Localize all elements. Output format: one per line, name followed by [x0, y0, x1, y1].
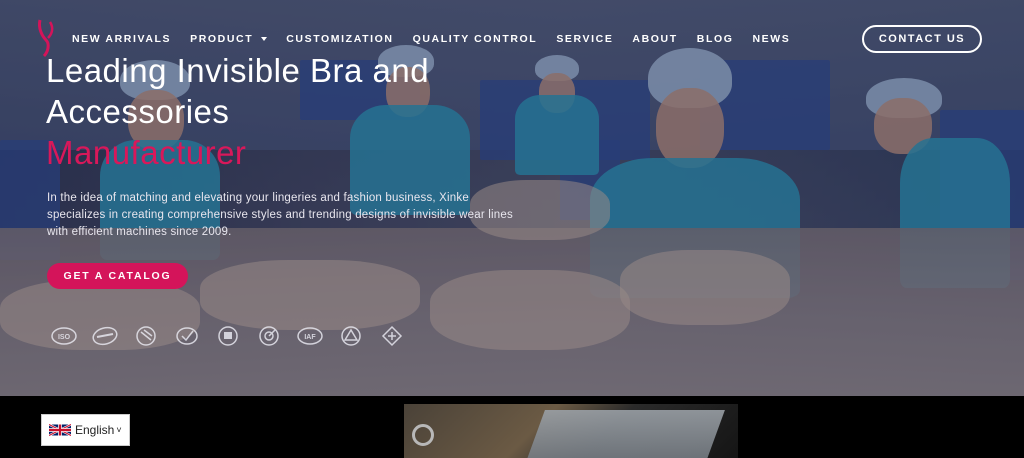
language-selector[interactable]: English ˅: [41, 414, 130, 446]
nav-item-service[interactable]: SERVICE: [556, 33, 613, 45]
fda-cert-icon: [132, 324, 160, 348]
main-nav: NEW ARRIVALS PRODUCT CUSTOMIZATION QUALI…: [72, 33, 809, 45]
hero-description: In the idea of matching and elevating yo…: [47, 192, 513, 238]
nav-item-about[interactable]: ABOUT: [632, 33, 677, 45]
iaf-cert-icon: IAF: [296, 324, 324, 348]
language-label: English: [75, 423, 115, 437]
hero-title-line1: Leading Invisible Bra and: [46, 52, 430, 89]
tray-handle: [412, 424, 434, 446]
cma-cert-icon: [378, 324, 406, 348]
certification-row: ISO IAF: [50, 324, 419, 348]
hero-title-line2: Accessories: [46, 93, 230, 130]
nav-item-customization[interactable]: CUSTOMIZATION: [286, 33, 393, 45]
get-catalog-button[interactable]: GET A CATALOG: [47, 263, 188, 289]
svg-text:ISO: ISO: [58, 334, 71, 341]
nav-item-new-arrivals[interactable]: NEW ARRIVALS: [72, 33, 171, 45]
cnas-cert-icon: [337, 324, 365, 348]
svg-text:IAF: IAF: [304, 334, 316, 341]
nav-item-quality-control[interactable]: QUALITY CONTROL: [413, 33, 538, 45]
nav-item-blog[interactable]: BLOG: [697, 33, 734, 45]
tuv-cert-icon: [214, 324, 242, 348]
hero-title: Leading Invisible Bra and Accessories Ma…: [46, 50, 566, 173]
contact-us-button[interactable]: CONTACT US: [862, 25, 982, 53]
iso-cert-icon: ISO: [50, 324, 78, 348]
nav-item-product[interactable]: PRODUCT: [190, 33, 268, 45]
metal-tray: [523, 410, 725, 458]
factory-photo: [404, 404, 738, 458]
iqnet-cert-icon: [91, 324, 119, 348]
reach-cert-icon: [173, 324, 201, 348]
uk-flag-icon: [49, 423, 71, 437]
chevron-down-icon: ˅: [116, 425, 122, 435]
sgs-cert-icon: [255, 324, 283, 348]
chevron-down-icon: [261, 37, 268, 41]
nav-item-news[interactable]: NEWS: [753, 33, 791, 45]
hero-title-accent: Manufacturer: [46, 134, 247, 171]
